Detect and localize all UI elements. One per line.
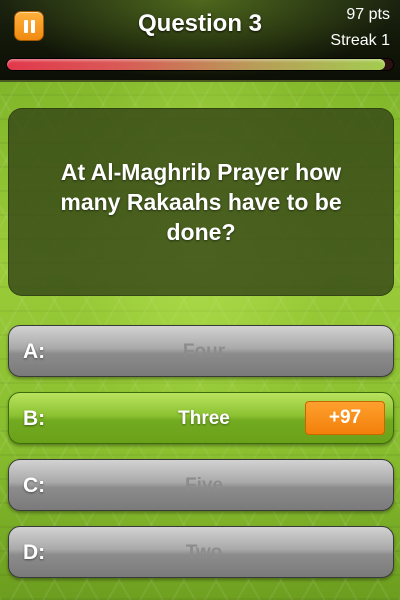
answer-text: Four [182, 341, 226, 362]
answer-letter: B: [23, 407, 46, 430]
top-bar: Question 3 97 pts Streak 1 [0, 0, 400, 82]
streak-counter: Streak 1 [330, 32, 390, 49]
answer-option-a[interactable]: A: Four [8, 325, 394, 377]
points-counter: 97 pts [346, 6, 390, 23]
question-text: At Al-Maghrib Prayer how many Rakaahs ha… [60, 159, 342, 245]
answer-text: Two [185, 542, 223, 563]
timer-bar-fill [7, 59, 386, 70]
answer-option-b[interactable]: B: Three +97 [8, 392, 394, 444]
pause-icon-bar [31, 20, 35, 33]
answer-letter: D: [23, 541, 46, 564]
answer-option-c[interactable]: C: Five [8, 459, 394, 511]
answer-letter: A: [23, 340, 46, 363]
timer-bar [6, 58, 394, 71]
answer-text: Three [178, 408, 230, 429]
points-earned-badge: +97 [305, 401, 385, 435]
pause-button[interactable] [14, 11, 44, 41]
pause-icon [24, 20, 28, 33]
answer-text: Five [184, 475, 224, 496]
answer-option-d[interactable]: D: Two [8, 526, 394, 578]
question-panel: At Al-Maghrib Prayer how many Rakaahs ha… [8, 108, 394, 296]
answer-letter: C: [23, 474, 46, 497]
question-number-title: Question 3 [137, 10, 263, 37]
